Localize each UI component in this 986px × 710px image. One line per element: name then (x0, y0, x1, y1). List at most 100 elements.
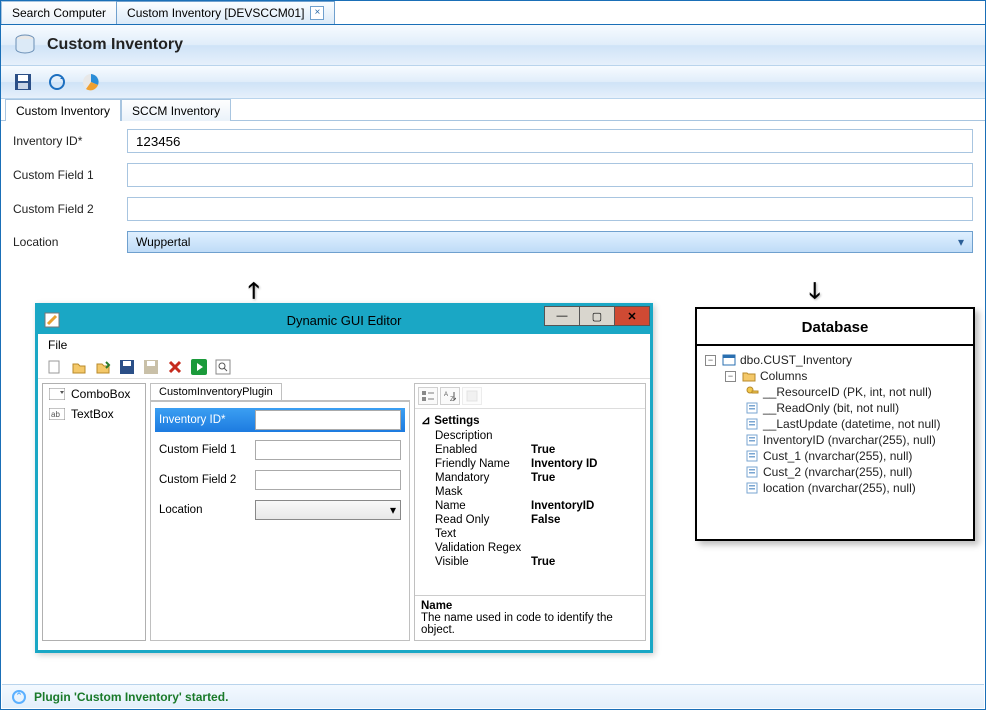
tree-label: InventoryID (nvarchar(255), null) (763, 433, 936, 447)
subtab-strip: Custom Inventory SCCM Inventory (1, 99, 985, 121)
tree-column-node[interactable]: __LastUpdate (datetime, not null) (705, 416, 965, 432)
property-value: False (531, 514, 639, 526)
save-icon[interactable] (13, 72, 33, 92)
chevron-down-icon: ▾ (390, 503, 396, 517)
status-bar: ⌃ Plugin 'Custom Inventory' started. (2, 684, 984, 708)
column-icon (745, 465, 759, 479)
svg-text:ab: ab (51, 410, 60, 419)
property-row[interactable]: MandatoryTrue (421, 471, 639, 485)
subtab-sccm-inventory[interactable]: SCCM Inventory (121, 99, 231, 121)
property-row[interactable]: Validation Regex (421, 541, 639, 555)
top-tab-strip: Search Computer Custom Inventory [DEVSCC… (1, 1, 985, 25)
editor-field-label: Inventory ID* (159, 414, 249, 426)
database-panel: Database − dbo.CUST_Inventory − Columns … (695, 307, 975, 541)
editor-field-custom1[interactable]: Custom Field 1 (159, 440, 401, 460)
tree-columns-node[interactable]: − Columns (705, 368, 965, 384)
toolbox-combobox[interactable]: ComboBox (43, 384, 145, 404)
property-row[interactable]: Read OnlyFalse (421, 513, 639, 527)
key-icon (745, 385, 759, 399)
custom-field-1-input[interactable] (127, 163, 973, 187)
edit-icon (44, 312, 60, 328)
tree-column-node[interactable]: __ResourceID (PK, int, not null) (705, 384, 965, 400)
editor-plugin-tab[interactable]: CustomInventoryPlugin (150, 383, 282, 400)
database-title: Database (697, 309, 973, 346)
save-icon[interactable] (118, 358, 136, 376)
column-icon (745, 417, 759, 431)
tree-table-node[interactable]: − dbo.CUST_Inventory (705, 352, 965, 368)
maximize-button[interactable]: ▢ (579, 306, 615, 326)
toolbox-label: ComboBox (71, 387, 130, 401)
editor-field-inventory-id[interactable]: Inventory ID* (155, 408, 405, 432)
property-description: Name The name used in code to identify t… (415, 595, 645, 640)
table-icon (722, 353, 736, 367)
collapse-icon[interactable]: − (705, 355, 716, 366)
property-row[interactable]: Text (421, 527, 639, 541)
svg-text:A: A (444, 392, 448, 398)
editor-field-label: Location (159, 504, 249, 516)
inventory-id-input[interactable] (127, 129, 973, 153)
editor-field-input[interactable] (255, 440, 401, 460)
tree-column-node[interactable]: location (nvarchar(255), null) (705, 480, 965, 496)
tree-column-node[interactable]: InventoryID (nvarchar(255), null) (705, 432, 965, 448)
toolbox-textbox[interactable]: ab TextBox (43, 404, 145, 424)
open-icon[interactable] (70, 358, 88, 376)
pie-chart-icon[interactable] (81, 72, 101, 92)
property-row[interactable]: Description (421, 429, 639, 443)
run-icon[interactable] (190, 358, 208, 376)
tree-label: __LastUpdate (datetime, not null) (763, 417, 940, 431)
preview-icon[interactable] (214, 358, 232, 376)
property-value (531, 542, 639, 554)
editor-field-custom2[interactable]: Custom Field 2 (159, 470, 401, 490)
new-icon[interactable] (46, 358, 64, 376)
subtab-label: Custom Inventory (16, 104, 110, 118)
chevron-down-icon: ▾ (958, 235, 964, 249)
tab-custom-inventory[interactable]: Custom Inventory [DEVSCCM01] × (116, 1, 335, 24)
editor-toolbar (38, 356, 650, 379)
tab-search-computer[interactable]: Search Computer (1, 1, 117, 24)
toolbox-label: TextBox (71, 407, 114, 421)
tree-label: Cust_1 (nvarchar(255), null) (763, 449, 912, 463)
editor-field-input[interactable] (255, 470, 401, 490)
property-row[interactable]: Friendly NameInventory ID (421, 457, 639, 471)
column-icon (745, 433, 759, 447)
categorized-view-icon[interactable] (418, 387, 438, 405)
property-row[interactable]: VisibleTrue (421, 555, 639, 569)
tree-column-node[interactable]: Cust_2 (nvarchar(255), null) (705, 464, 965, 480)
tree-label: __ResourceID (PK, int, not null) (763, 385, 932, 399)
property-row[interactable]: NameInventoryID (421, 499, 639, 513)
editor-field-input[interactable] (255, 410, 401, 430)
editor-titlebar[interactable]: Dynamic GUI Editor — ▢ ✕ (38, 306, 650, 334)
close-icon[interactable]: × (310, 6, 324, 20)
save-as-icon[interactable] (142, 358, 160, 376)
editor-field-combobox[interactable]: ▾ (255, 500, 401, 520)
import-icon[interactable] (94, 358, 112, 376)
property-value (531, 528, 639, 540)
custom-field-2-input[interactable] (127, 197, 973, 221)
refresh-icon[interactable] (47, 72, 67, 92)
info-icon: ⌃ (12, 690, 26, 704)
database-tree: − dbo.CUST_Inventory − Columns __Resourc… (697, 346, 973, 502)
location-combobox[interactable]: Wuppertal ▾ (127, 231, 973, 253)
property-desc-title: Name (421, 600, 639, 612)
close-button[interactable]: ✕ (614, 306, 650, 326)
alphabetical-view-icon[interactable]: AZ (440, 387, 460, 405)
properties-heading[interactable]: ⊿ Settings (421, 411, 639, 429)
tree-label: dbo.CUST_Inventory (740, 353, 852, 367)
minimize-button[interactable]: — (544, 306, 580, 326)
custom-field-1-label: Custom Field 1 (13, 168, 117, 182)
editor-field-label: Custom Field 2 (159, 474, 249, 486)
property-row[interactable]: Mask (421, 485, 639, 499)
tree-label: Columns (760, 369, 807, 383)
menu-file[interactable]: File (48, 338, 67, 352)
collapse-icon[interactable]: − (725, 371, 736, 382)
property-pages-icon (462, 387, 482, 405)
delete-icon[interactable] (166, 358, 184, 376)
editor-toolbox: ComboBox ab TextBox (42, 383, 146, 641)
property-row[interactable]: EnabledTrue (421, 443, 639, 457)
subtab-custom-inventory[interactable]: Custom Inventory (5, 99, 121, 121)
tree-column-node[interactable]: Cust_1 (nvarchar(255), null) (705, 448, 965, 464)
property-key: Name (421, 500, 531, 512)
property-key: Mandatory (421, 472, 531, 484)
editor-field-location[interactable]: Location ▾ (159, 500, 401, 520)
tree-column-node[interactable]: __ReadOnly (bit, not null) (705, 400, 965, 416)
